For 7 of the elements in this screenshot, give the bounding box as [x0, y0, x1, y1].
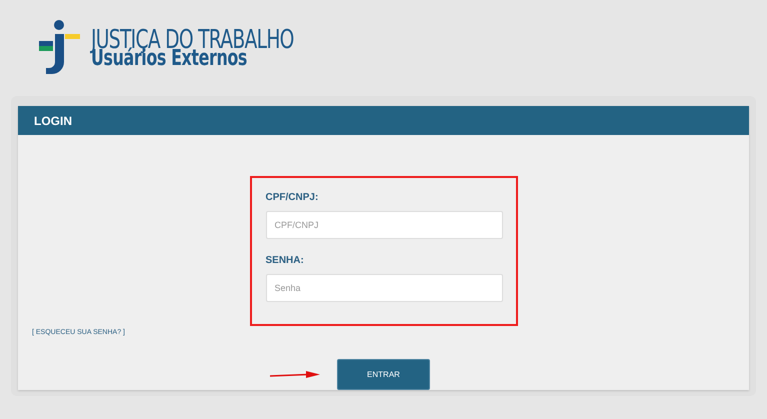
field-label: CPF/CNPJ: [266, 192, 320, 203]
panel-title: LOGIN [34, 114, 72, 128]
submit-button[interactable]: ENTRAR [337, 359, 430, 390]
input-field[interactable]: Senha [266, 274, 502, 302]
input-field[interactable]: CPF/CNPJ [266, 211, 502, 239]
field-label: SENHA: [266, 255, 305, 266]
logo-icon [37, 20, 83, 76]
